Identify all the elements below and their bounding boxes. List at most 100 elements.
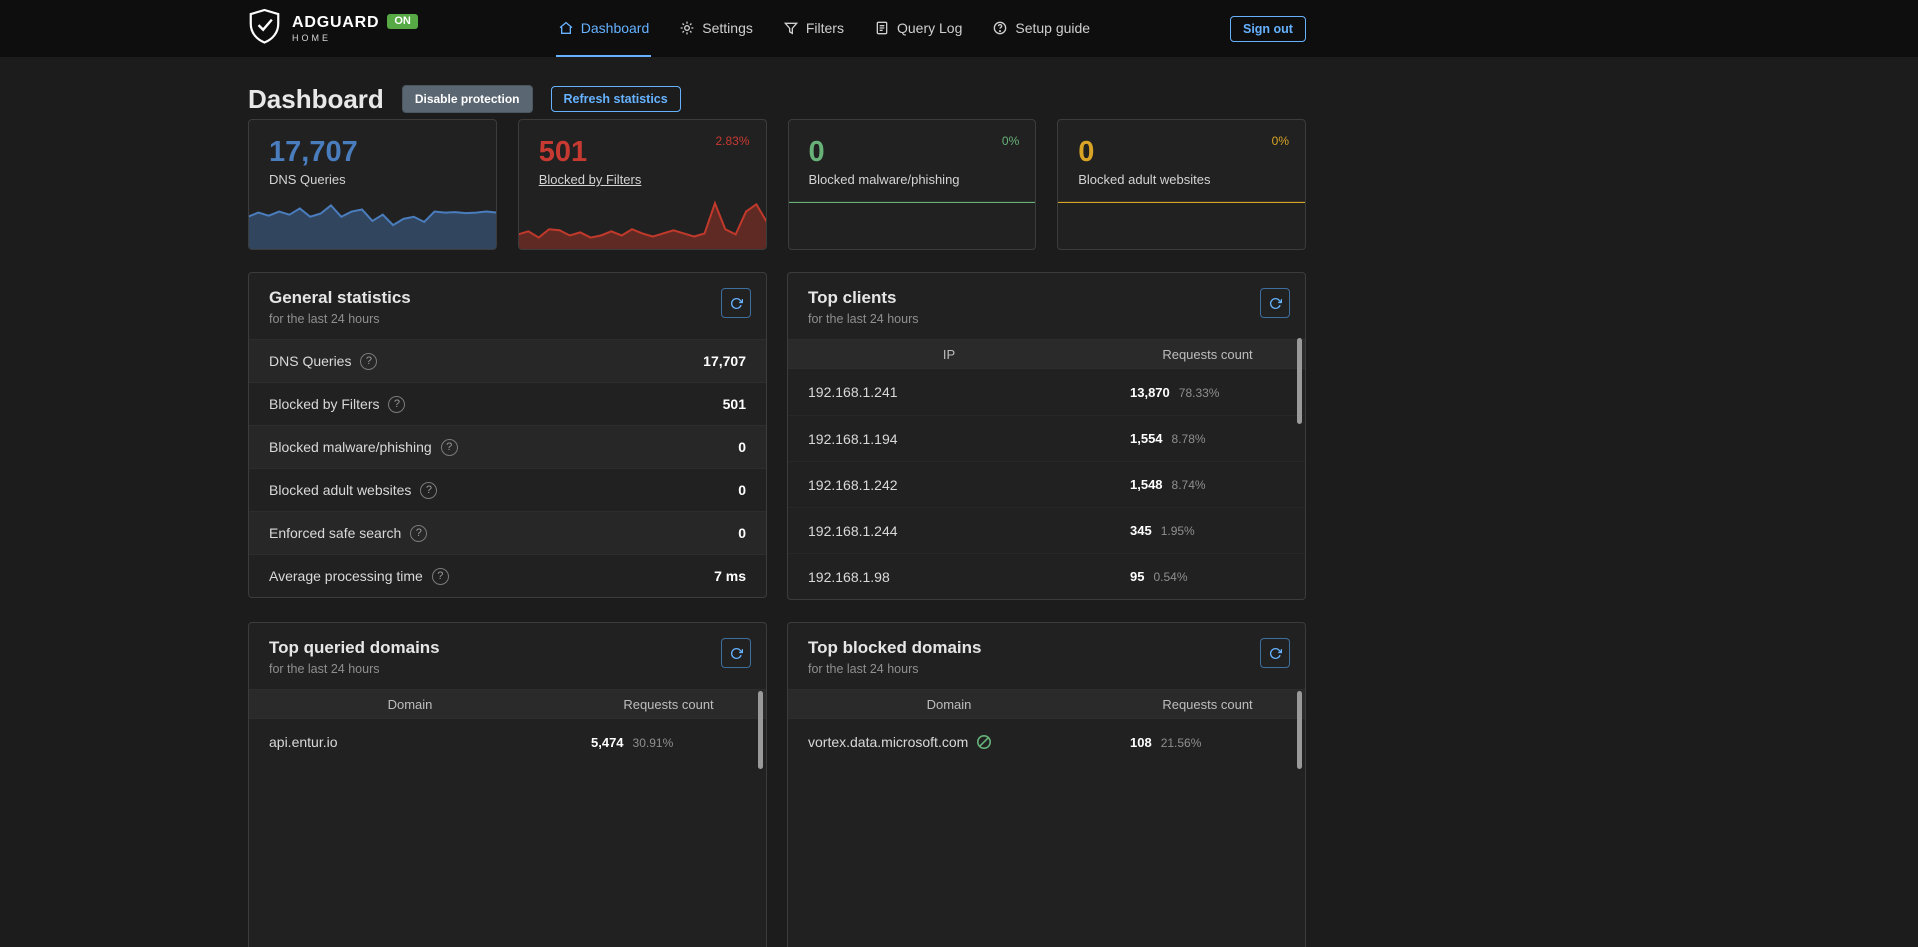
nav-item-settings[interactable]: Settings: [677, 0, 755, 57]
card-subtitle: for the last 24 hours: [808, 662, 1285, 676]
card-title: Top queried domains: [269, 638, 746, 658]
nav-item-dashboard[interactable]: Dashboard: [556, 0, 652, 57]
requests-count: 345: [1130, 523, 1152, 538]
scrollbar-thumb[interactable]: [1297, 338, 1302, 424]
nav-item-filters[interactable]: Filters: [781, 0, 846, 57]
stat-row-value: 0: [738, 525, 746, 541]
stat-row-label: Blocked adult websites: [269, 482, 411, 498]
funnel-icon: [783, 20, 799, 36]
column-header-domain: Domain: [788, 697, 1110, 712]
column-header-ip: IP: [788, 347, 1110, 362]
blocked-by-filters-link[interactable]: Blocked by Filters: [539, 172, 766, 187]
shield-check-icon: [248, 8, 281, 50]
refresh-card-button[interactable]: [721, 638, 751, 668]
dashboard-page: Dashboard Disable protection Refresh sta…: [248, 57, 1306, 947]
help-icon[interactable]: ?: [388, 396, 405, 413]
stat-value: 0: [809, 136, 1036, 169]
stat-label: DNS Queries: [269, 172, 496, 187]
stat-row-label: Enforced safe search: [269, 525, 401, 541]
help-icon[interactable]: ?: [420, 482, 437, 499]
client-ip-link[interactable]: 192.168.1.242: [808, 477, 898, 493]
column-header-requests: Requests count: [1110, 697, 1305, 712]
unblock-icon[interactable]: [976, 734, 992, 750]
client-ip-link[interactable]: 192.168.1.98: [808, 569, 890, 585]
adguard-logo[interactable]: ADGUARDON HOME: [248, 8, 418, 50]
help-icon[interactable]: ?: [360, 353, 377, 370]
table-row: api.entur.io 5,47430.91%: [249, 719, 766, 765]
sign-out-button[interactable]: Sign out: [1230, 16, 1306, 42]
requests-count: 1,548: [1130, 477, 1163, 492]
stat-row-blocked-adult: Blocked adult websites? 0: [249, 468, 766, 511]
client-ip-link[interactable]: 192.168.1.241: [808, 384, 898, 400]
nav-label: Filters: [806, 20, 844, 36]
stat-card-blocked-by-filters: 2.83% 501 Blocked by Filters: [518, 119, 767, 250]
domain-link[interactable]: api.entur.io: [269, 734, 338, 750]
refresh-card-button[interactable]: [721, 288, 751, 318]
dns-queries-sparkline: [248, 197, 497, 249]
refresh-card-button[interactable]: [1260, 638, 1290, 668]
scrollbar-thumb[interactable]: [758, 691, 763, 769]
disable-protection-button[interactable]: Disable protection: [402, 85, 533, 113]
refresh-icon: [1269, 647, 1282, 660]
column-header-requests: Requests count: [571, 697, 766, 712]
top-clients-table: 192.168.1.241 13,87078.33% 192.168.1.194…: [788, 369, 1305, 599]
domain-link[interactable]: vortex.data.microsoft.com: [808, 734, 968, 750]
stat-value: 501: [539, 136, 766, 169]
stat-row-value: 0: [738, 439, 746, 455]
requests-count: 108: [1130, 735, 1152, 750]
stat-row-value: 7 ms: [714, 568, 746, 584]
card-title: Top blocked domains: [808, 638, 1285, 658]
nav-label: Dashboard: [581, 20, 650, 36]
requests-percent: 8.78%: [1172, 432, 1206, 446]
nav-item-setup-guide[interactable]: Setup guide: [990, 0, 1092, 57]
stat-row-label: Blocked malware/phishing: [269, 439, 432, 455]
refresh-icon: [730, 297, 743, 310]
document-icon: [874, 20, 890, 36]
stat-label: Blocked malware/phishing: [809, 172, 1036, 187]
nav-item-query-log[interactable]: Query Log: [872, 0, 964, 57]
table-row: vortex.data.microsoft.com 10821.56%: [788, 719, 1305, 765]
home-icon: [558, 20, 574, 36]
top-navbar: ADGUARDON HOME Dashboard Settings Filter…: [0, 0, 1918, 57]
top-queried-domains-card: Top queried domains for the last 24 hour…: [248, 622, 767, 947]
card-subtitle: for the last 24 hours: [269, 662, 746, 676]
top-clients-card: Top clients for the last 24 hours IP Req…: [787, 272, 1306, 600]
card-title: General statistics: [269, 288, 746, 308]
brand-name: ADGUARD: [292, 14, 379, 31]
refresh-card-button[interactable]: [1260, 288, 1290, 318]
table-row: 192.168.1.244 3451.95%: [788, 507, 1305, 553]
card-subtitle: for the last 24 hours: [808, 312, 1285, 326]
stat-row-label: Average processing time: [269, 568, 423, 584]
stat-row-value: 17,707: [703, 353, 746, 369]
requests-count: 5,474: [591, 735, 624, 750]
stat-row-dns-queries: DNS Queries? 17,707: [249, 339, 766, 382]
help-icon[interactable]: ?: [410, 525, 427, 542]
client-ip-link[interactable]: 192.168.1.244: [808, 523, 898, 539]
stat-row-value: 0: [738, 482, 746, 498]
client-ip-link[interactable]: 192.168.1.194: [808, 431, 898, 447]
help-circle-icon: [992, 20, 1008, 36]
column-header-requests: Requests count: [1110, 347, 1305, 362]
page-title: Dashboard: [248, 84, 384, 115]
table-row: 192.168.1.194 1,554 8.78%: [788, 415, 1305, 461]
stat-row-label: Blocked by Filters: [269, 396, 379, 412]
scrollbar-thumb[interactable]: [1297, 691, 1302, 769]
table-row: 192.168.1.241 13,87078.33%: [788, 369, 1305, 415]
help-icon[interactable]: ?: [441, 439, 458, 456]
help-icon[interactable]: ?: [432, 568, 449, 585]
column-header-domain: Domain: [249, 697, 571, 712]
general-statistics-card: General statistics for the last 24 hours…: [248, 272, 767, 598]
stat-card-blocked-adult: 0% 0 Blocked adult websites: [1057, 119, 1306, 250]
requests-count: 1,554: [1130, 431, 1163, 446]
refresh-statistics-button[interactable]: Refresh statistics: [551, 86, 681, 112]
stat-card-blocked-malware: 0% 0 Blocked malware/phishing: [788, 119, 1037, 250]
card-subtitle: for the last 24 hours: [269, 312, 746, 326]
requests-count: 95: [1130, 569, 1144, 584]
refresh-icon: [730, 647, 743, 660]
table-header: IP Requests count: [788, 339, 1305, 369]
stat-row-blocked-malware: Blocked malware/phishing? 0: [249, 425, 766, 468]
requests-percent: 78.33%: [1179, 386, 1220, 400]
table-row: 192.168.1.98 950.54%: [788, 553, 1305, 599]
blocked-by-filters-sparkline: [518, 197, 767, 249]
stat-value: 17,707: [269, 136, 496, 169]
